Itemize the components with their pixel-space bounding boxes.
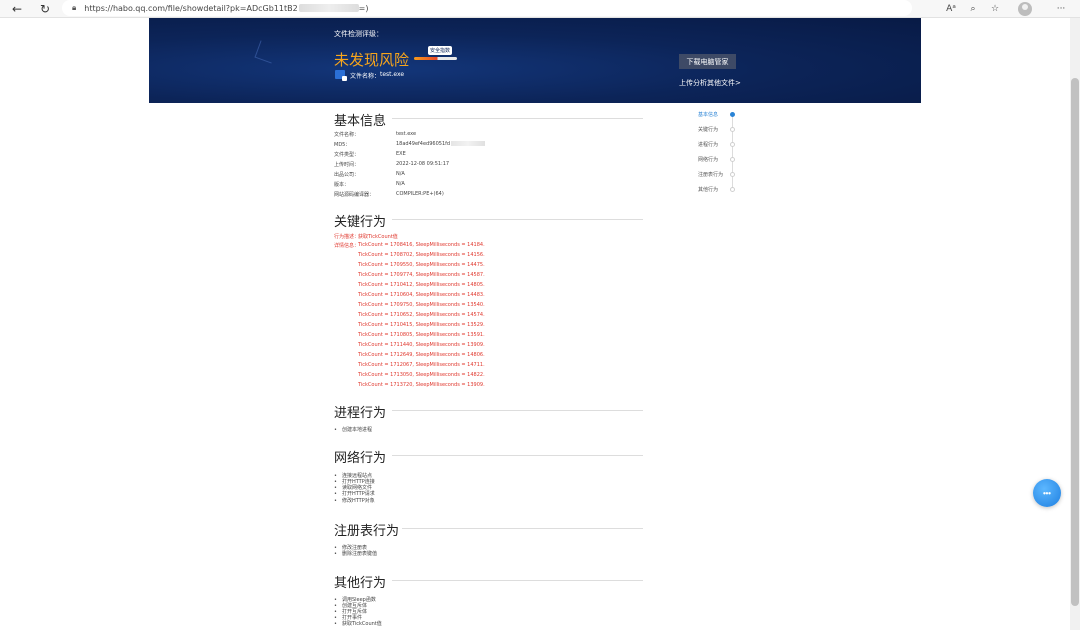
divider [402, 528, 643, 529]
scrollbar[interactable] [1070, 18, 1080, 630]
detail-line: TickCount = 1713720, SleepMilliseconds =… [358, 382, 485, 388]
detail-line: TickCount = 1708702, SleepMilliseconds =… [358, 252, 485, 258]
detail-line: TickCount = 1709774, SleepMilliseconds =… [358, 272, 485, 278]
list-item: 创建本地进程 [334, 426, 372, 433]
detail-line: TickCount = 1709750, SleepMilliseconds =… [358, 302, 485, 308]
side-nav-network[interactable]: 网络行为 [698, 156, 718, 163]
side-nav-basic[interactable]: 基本信息 [698, 111, 718, 118]
side-nav-dot[interactable] [730, 142, 735, 147]
result-banner: 文件检测评级： 未发现风险 安全指数 文件名称： test.exe 下载电脑管家… [149, 18, 921, 103]
side-nav-dot[interactable] [730, 157, 735, 162]
divider [392, 118, 643, 119]
refresh-icon[interactable]: ↻ [36, 0, 54, 18]
side-nav-other[interactable]: 其他行为 [698, 186, 718, 193]
divider [392, 455, 643, 456]
profile-icon[interactable] [1018, 2, 1032, 16]
detail-line: TickCount = 1710805, SleepMilliseconds =… [358, 332, 485, 338]
rating-result: 未发现风险 [334, 51, 410, 69]
side-nav-dot[interactable] [730, 187, 735, 192]
url-suffix: =) [358, 3, 369, 13]
section-title-process: 进程行为 [334, 406, 387, 421]
detail-line: TickCount = 1710415, SleepMilliseconds =… [358, 322, 485, 328]
detail-line: TickCount = 1711440, SleepMilliseconds =… [358, 342, 485, 348]
upload-other-link[interactable]: 上传分析其他文件> [679, 78, 741, 88]
detail-line: TickCount = 1710412, SleepMilliseconds =… [358, 282, 485, 288]
list-item: 获取TickCount值 [334, 620, 382, 627]
side-nav-registry[interactable]: 注册表行为 [698, 171, 723, 178]
floating-help-button[interactable]: ●●● [1033, 479, 1061, 507]
list-item: 打开HTTP请求 [334, 490, 375, 497]
side-nav-process[interactable]: 进程行为 [698, 141, 718, 148]
detail-line: TickCount = 1710604, SleepMilliseconds =… [358, 292, 485, 298]
section-title-other: 其他行为 [334, 576, 387, 591]
read-aloud-icon[interactable]: Aᵃ [940, 4, 962, 14]
side-nav-key[interactable]: 关键行为 [698, 126, 718, 133]
download-button[interactable]: 下载电脑管家 [679, 54, 736, 69]
side-nav-dot[interactable] [730, 127, 735, 132]
side-nav-dot[interactable] [730, 172, 735, 177]
decorative-arrow-icon [254, 40, 278, 64]
file-icon [335, 70, 347, 81]
detail-line: TickCount = 1712067, SleepMilliseconds =… [358, 362, 485, 368]
divider [392, 580, 643, 581]
safety-index-badge: 安全指数 [428, 46, 452, 55]
back-icon[interactable]: ← [8, 0, 26, 18]
risk-bar [414, 57, 457, 60]
scrollbar-thumb[interactable] [1071, 78, 1079, 606]
detail-line: TickCount = 1708416, SleepMilliseconds =… [358, 242, 485, 248]
divider [392, 410, 643, 411]
section-title-basic: 基本信息 [334, 114, 387, 129]
browser-toolbar: ← ↻ 🔒︎ https://habo.qq.com/file/showdeta… [0, 0, 1080, 18]
url-redacted [298, 4, 359, 12]
section-title-network: 网络行为 [334, 451, 387, 466]
file-name-label: 文件名称： [350, 73, 381, 80]
detail-line: TickCount = 1710652, SleepMilliseconds =… [358, 312, 485, 318]
list-item: 修改HTTP对象 [334, 497, 375, 504]
zoom-icon[interactable]: ⌕ [962, 4, 984, 14]
more-icon[interactable]: ··· [1050, 4, 1072, 14]
section-title-registry: 注册表行为 [334, 524, 400, 539]
url-text: https://habo.qq.com/file/showdetail?pk=A… [84, 3, 298, 13]
file-name-value: test.exe [380, 71, 405, 78]
md5-redacted [451, 141, 486, 146]
side-nav-dot[interactable] [730, 112, 735, 117]
list-item: 删除注册表键值 [334, 550, 377, 557]
section-title-key: 关键行为 [334, 215, 387, 230]
detail-line: TickCount = 1709550, SleepMilliseconds =… [358, 262, 485, 268]
lock-icon[interactable]: 🔒︎ [72, 3, 76, 13]
favorites-icon[interactable]: ☆ [984, 4, 1006, 14]
divider [392, 219, 643, 220]
detail-line: TickCount = 1713050, SleepMilliseconds =… [358, 372, 485, 378]
detail-line: TickCount = 1712649, SleepMilliseconds =… [358, 352, 485, 358]
rating-label: 文件检测评级： [334, 30, 383, 38]
floating-button-icon: ●●● [1043, 491, 1051, 495]
address-bar[interactable]: 🔒︎ https://habo.qq.com/file/showdetail?p… [62, 0, 912, 16]
